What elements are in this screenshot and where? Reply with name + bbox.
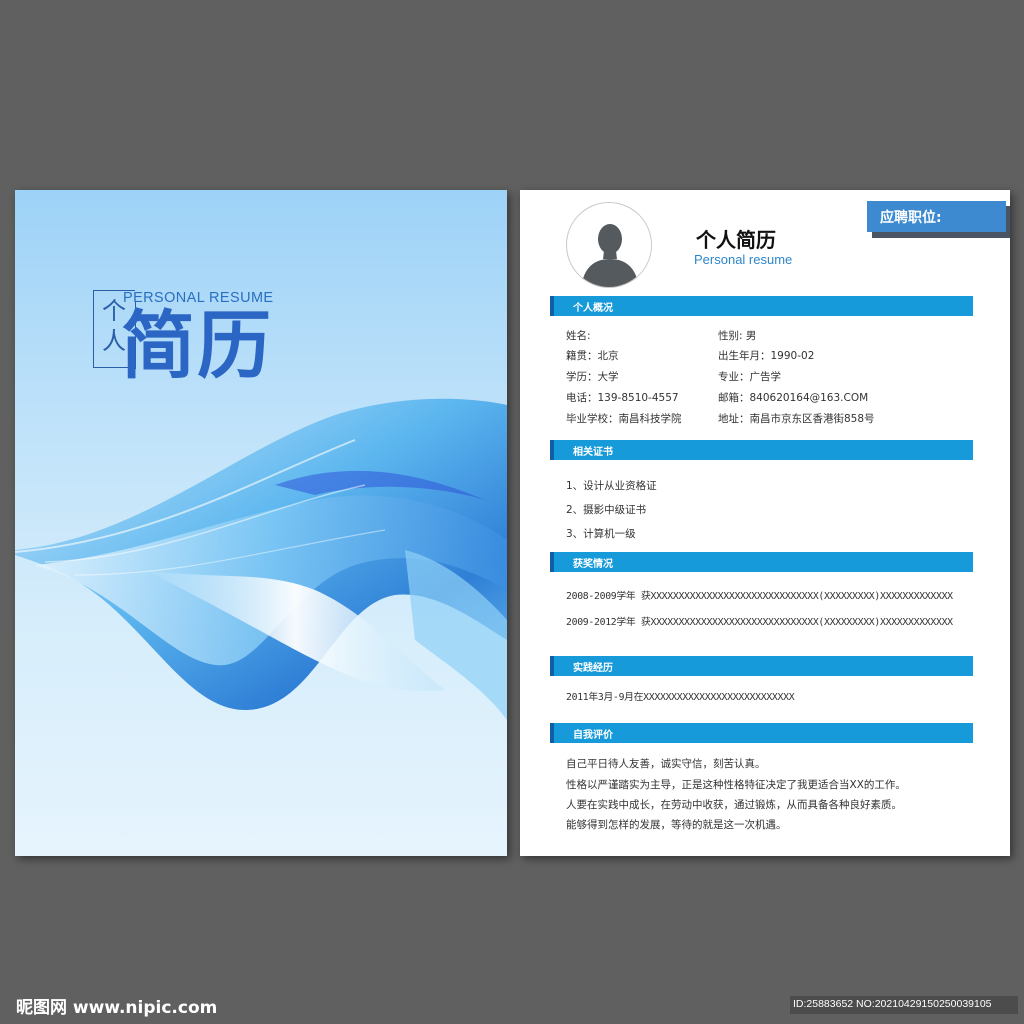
award-item: 2009-2012学年 获XXXXXXXXXXXXXXXXXXXXXXXXXXX… (566, 617, 953, 628)
overview-origin: 籍贯：北京 (566, 350, 619, 362)
overview-gender: 性别: 男 (718, 330, 757, 342)
overview-education: 学历：大学 (566, 371, 619, 383)
evaluation-line: 性格以严谨踏实为主导，正是这种性格特征决定了我更适合当XX的工作。 (566, 779, 906, 791)
cover-wave-graphic (15, 398, 507, 720)
certificate-item: 2、摄影中级证书 (566, 504, 647, 516)
apply-position-label: 应聘职位: (867, 201, 1006, 232)
resume-page: 个人简历 Personal resume 应聘职位: 个人概况 姓名: 性别: … (520, 190, 1010, 856)
section-awards-header: 获奖情况 (550, 552, 973, 572)
overview-phone: 电话：139-8510-4557 (566, 392, 679, 404)
evaluation-line: 人要在实践中成长，在劳动中收获，通过锻炼，从而具备各种良好素质。 (566, 799, 902, 811)
watermark-site: 昵图网 www.nipic.com (16, 998, 218, 1018)
certificate-item: 3、计算机一级 (566, 528, 636, 540)
watermark-id: ID:25883652 NO:20210429150250039105 (790, 996, 1018, 1014)
section-evaluation-header: 自我评价 (550, 723, 973, 743)
section-overview-header: 个人概况 (550, 296, 973, 316)
overview-birth: 出生年月：1990-02 (718, 350, 815, 362)
resume-subtitle: Personal resume (694, 252, 793, 267)
section-practice-header: 实践经历 (550, 656, 973, 676)
overview-school: 毕业学校：南昌科技学院 (566, 413, 682, 425)
overview-major: 专业：广告学 (718, 371, 781, 383)
avatar-silhouette-icon (569, 205, 651, 287)
section-certificates-header: 相关证书 (550, 440, 973, 460)
overview-email: 邮箱：840620164@163.COM (718, 392, 869, 404)
practice-item: 2011年3月-9月在XXXXXXXXXXXXXXXXXXXXXXXXXXX (566, 692, 795, 703)
resume-title: 个人简历 (696, 228, 776, 252)
overview-name: 姓名: (566, 330, 591, 342)
evaluation-line: 能够得到怎样的发展，等待的就是这一次机遇。 (566, 819, 787, 831)
certificate-item: 1、设计从业资格证 (566, 480, 657, 492)
cover-title-big: 简历 (121, 303, 273, 389)
avatar (566, 202, 652, 288)
cover-page: 个人 PERSONAL RESUME 简历 (15, 190, 507, 856)
overview-address: 地址：南昌市京东区香港街858号 (718, 413, 875, 425)
award-item: 2008-2009学年 获XXXXXXXXXXXXXXXXXXXXXXXXXXX… (566, 591, 953, 602)
evaluation-line: 自己平日待人友善，诚实守信，刻苦认真。 (566, 758, 766, 770)
